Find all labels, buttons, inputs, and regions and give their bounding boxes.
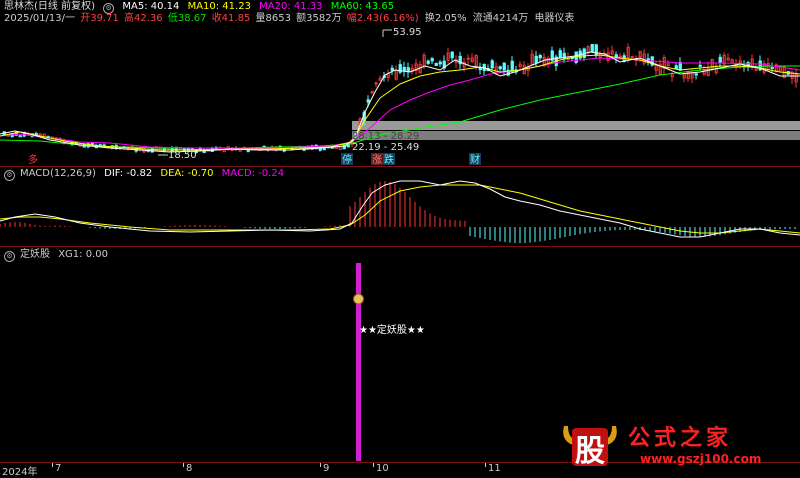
axis-tick — [183, 463, 184, 467]
candle-body — [594, 44, 598, 56]
axis-label-9: 9 — [323, 463, 330, 474]
candle-body — [678, 62, 682, 71]
signal-bar — [356, 263, 361, 461]
macd-histogram — [0, 181, 796, 243]
candle-body — [450, 51, 454, 59]
watermark-logo: 股 — [560, 420, 620, 469]
mark-ting[interactable]: 停 — [342, 153, 352, 166]
candle-body — [390, 67, 394, 71]
range-text-lower: 22.19 - 25.49 — [352, 142, 419, 153]
axis-label-8: 8 — [186, 463, 193, 474]
candle-body — [558, 50, 562, 59]
candle-body — [534, 55, 538, 64]
watermark-text: 公式之家 — [628, 426, 733, 451]
candle-body — [438, 61, 442, 65]
candle-body — [770, 67, 774, 69]
candle-body — [430, 58, 434, 62]
mark-cai[interactable]: 财 — [470, 153, 480, 166]
candle-body — [490, 60, 494, 69]
candle-body — [498, 66, 502, 70]
candle-body — [538, 54, 542, 59]
price-chart[interactable]: 53.95 18.50 28.13 - 28.29 22.19 - 25.49 … — [0, 0, 800, 166]
candle-body — [366, 99, 370, 103]
candle-body — [426, 60, 430, 64]
axis-tick — [320, 463, 321, 467]
candle-body — [718, 56, 722, 63]
candle-body — [18, 135, 22, 138]
axis-tick — [373, 463, 374, 467]
candle-body — [590, 43, 594, 52]
axis-label-10: 10 — [376, 463, 389, 474]
mark-die[interactable]: 跌 — [384, 153, 394, 166]
candle-body — [402, 66, 406, 72]
money-bag-icon — [353, 293, 364, 305]
macd-chart[interactable] — [0, 167, 800, 247]
watermark-logo-char: 股 — [575, 434, 605, 469]
range-text-upper: 28.13 - 28.29 — [352, 131, 419, 142]
candle-body — [434, 63, 438, 66]
watermark-url: www.gszj100.com — [640, 452, 762, 466]
candle-body — [698, 64, 702, 67]
mark-zhang[interactable]: 涨 — [372, 154, 382, 166]
axis-tick — [485, 463, 486, 467]
mark-left[interactable]: 多 — [28, 153, 38, 166]
candle-body — [674, 65, 678, 70]
axis-label-11: 11 — [488, 463, 501, 474]
axis-tick — [52, 463, 53, 467]
axis-label-7: 7 — [55, 463, 62, 474]
candle-body — [502, 62, 506, 71]
low-price-label: 18.50 — [168, 150, 197, 161]
signal-label: ★★定妖股★★ — [359, 323, 425, 336]
candle-body — [694, 73, 698, 76]
range-bar-upper — [352, 121, 800, 130]
high-price-label: 53.95 — [393, 27, 422, 38]
